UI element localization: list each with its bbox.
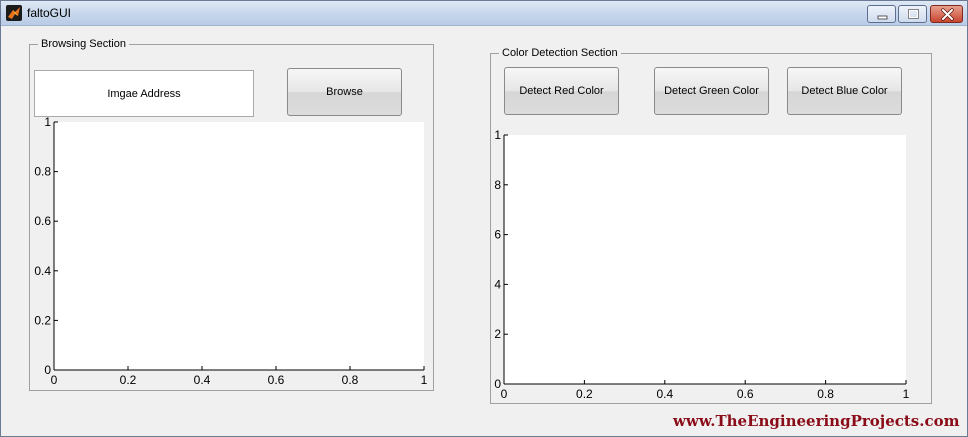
right-axes-plot-area — [504, 135, 906, 384]
left-axes-y-tick-label: 0.2 — [34, 313, 51, 327]
right-axes-x-tick-label: 1 — [903, 387, 910, 401]
right-axes-x-tick-label: 0.6 — [737, 387, 754, 401]
left-axes: 0 0.2 0.4 0.6 0.8 1 0 0.2 0.4 0.6 0.8 1 — [34, 115, 427, 387]
left-axes-x-tick-label: 0.8 — [342, 373, 359, 387]
right-axes: 0 0.2 0.4 0.6 0.8 1 0 2 4 6 8 1 — [494, 128, 909, 401]
left-axes-plot-area — [54, 122, 424, 370]
axes-canvas: 0 0.2 0.4 0.6 0.8 1 0 0.2 0.4 0.6 0.8 1 0 0.2 0.4 0.6 0.… — [34, 115, 909, 401]
right-axes-y-tick-label: 6 — [494, 228, 501, 242]
left-axes-y-tick-label: 0 — [44, 363, 51, 377]
right-axes-y-tick-label: 2 — [494, 327, 501, 341]
app-window: faltoGUI Browsing Section Color Detectio… — [0, 0, 968, 437]
left-axes-x-tick-label: 0.4 — [194, 373, 211, 387]
watermark-text: www.TheEngineeringProjects.com — [673, 412, 960, 430]
left-axes-y-tick-label: 1 — [44, 115, 51, 129]
left-axes-x-tick-label: 0.2 — [120, 373, 137, 387]
left-axes-y-tick-label: 0.4 — [34, 264, 51, 278]
right-axes-y-tick-label: 4 — [494, 277, 501, 291]
right-axes-y-tick-label: 8 — [494, 178, 501, 192]
right-axes-x-tick-label: 0.4 — [656, 387, 673, 401]
right-axes-y-tick-label: 0 — [494, 377, 501, 391]
left-axes-x-tick-label: 0.6 — [268, 373, 285, 387]
right-axes-x-tick-label: 0.8 — [817, 387, 834, 401]
left-axes-x-tick-label: 1 — [421, 373, 428, 387]
left-axes-y-tick-label: 0.6 — [34, 214, 51, 228]
left-axes-x-tick-label: 0 — [51, 373, 58, 387]
right-axes-y-tick-label: 1 — [494, 128, 501, 142]
left-axes-y-tick-label: 0.8 — [34, 165, 51, 179]
right-axes-x-tick-label: 0.2 — [576, 387, 593, 401]
right-axes-x-tick-label: 0 — [501, 387, 508, 401]
